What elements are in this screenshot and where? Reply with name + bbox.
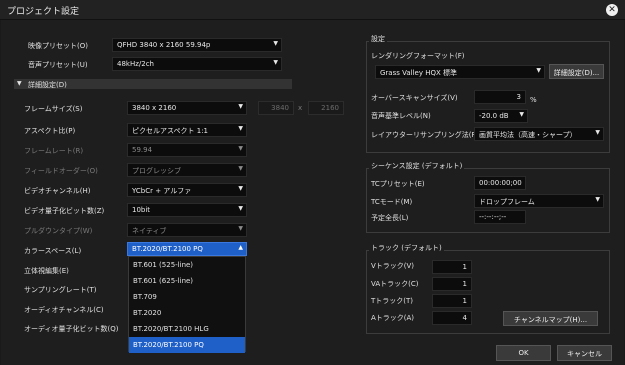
pulldown-dropdown[interactable]: ネイティブ ▼ (127, 223, 247, 237)
chevron-down-icon: ▼ (238, 165, 243, 172)
expand-triangle-icon: ▼ (17, 80, 22, 87)
video-preset-value: QFHD 3840 x 2160 59.94p (117, 41, 211, 49)
v-track-label: Vトラック(V) (371, 262, 415, 270)
color-space-option[interactable]: BT.601 (625-line) (129, 273, 245, 289)
resample-value: 画質平均法（高速・シャープ） (479, 131, 577, 139)
tc-preset-label: TCプリセット(E) (371, 180, 425, 188)
audio-preset-label: 音声プリセット(U) (28, 61, 88, 69)
chevron-down-icon: ▼ (519, 111, 524, 118)
resample-label: レイアウターリサンプリング法(R) (371, 131, 480, 139)
audio-ref-label: 音声基準レベル(N) (371, 112, 431, 120)
va-track-label: VAトラック(C) (371, 280, 419, 288)
color-space-label: カラースペース(L) (24, 247, 82, 255)
field-order-dropdown[interactable]: プログレッシブ ▼ (127, 163, 247, 177)
color-space-option-selected[interactable]: BT.2020/BT.2100 PQ (129, 337, 245, 353)
frame-size-label: フレームサイズ(S) (24, 105, 83, 113)
tc-mode-label: TCモード(M) (371, 198, 413, 206)
frame-width-input[interactable]: 3840 (258, 101, 294, 115)
color-space-option[interactable]: BT.709 (129, 289, 245, 305)
close-icon[interactable]: ✕ (606, 4, 618, 16)
window-title: プロジェクト設定 (7, 7, 80, 17)
channel-map-button[interactable]: チャンネルマップ(H)... (503, 311, 598, 326)
color-space-value: BT.2020/BT.2100 PQ (132, 245, 203, 253)
chevron-down-icon: ▼ (238, 145, 243, 152)
chevron-down-icon: ▼ (238, 205, 243, 212)
overscan-unit: % (530, 96, 537, 104)
a-track-input[interactable]: 4 (432, 311, 472, 325)
color-space-option[interactable]: BT.2020/BT.2100 HLG (129, 321, 245, 337)
frame-rate-label: フレームレート(R) (24, 147, 84, 155)
sampling-label: サンプリングレート(T) (24, 286, 97, 294)
va-track-input[interactable]: 1 (432, 277, 472, 291)
chevron-down-icon: ▼ (595, 196, 600, 203)
frame-size-x: x (298, 104, 303, 112)
settings-title: 設定 (369, 34, 387, 44)
color-space-dropdown[interactable]: BT.2020/BT.2100 PQ ▲ (127, 242, 247, 256)
duration-input[interactable]: --:--:--;-- (474, 210, 526, 224)
audio-preset-value: 48kHz/2ch (117, 60, 154, 68)
sequence-title: シーケンス設定 (デフォルト) (369, 161, 465, 171)
chevron-down-icon: ▼ (536, 67, 541, 74)
video-bit-value: 10bit (132, 206, 151, 214)
tracks-title: トラック (デフォルト) (369, 243, 444, 253)
frame-rate-value: 59.94 (132, 146, 153, 154)
audio-bit-label: オーディオ量子化ビット数(Q) (24, 325, 119, 333)
video-channel-dropdown[interactable]: YCbCr + アルファ ▼ (127, 183, 247, 197)
chevron-down-icon: ▼ (273, 40, 278, 47)
video-channel-label: ビデオチャンネル(H) (24, 187, 91, 195)
chevron-down-icon: ▼ (238, 185, 243, 192)
field-order-label: フィールドオーダー(O) (24, 167, 98, 175)
audio-ref-value: -20.0 dB (479, 112, 509, 120)
a-track-label: Aトラック(A) (371, 314, 415, 322)
title-bar: プロジェクト設定 ✕ (0, 0, 625, 20)
render-details-button[interactable]: 詳細設定(D)... (549, 64, 604, 79)
audio-preset-dropdown[interactable]: 48kHz/2ch ▼ (112, 57, 282, 71)
color-space-option[interactable]: BT.2020 (129, 305, 245, 321)
audio-channel-label: オーディオチャンネル(C) (24, 306, 104, 314)
chevron-down-icon: ▼ (273, 59, 278, 66)
v-track-input[interactable]: 1 (432, 260, 472, 274)
chevron-down-icon: ▼ (238, 125, 243, 132)
overscan-label: オーバースキャンサイズ(V) (371, 94, 458, 102)
aspect-value: ピクセルアスペクト 1:1 (132, 127, 209, 135)
frame-size-value: 3840 x 2160 (132, 104, 177, 112)
field-order-value: プログレッシブ (132, 167, 181, 175)
video-preset-label: 映像プリセット(O) (28, 42, 88, 50)
video-bit-label: ビデオ量子化ビット数(Z) (24, 207, 105, 215)
frame-size-dropdown[interactable]: 3840 x 2160 ▼ (127, 101, 247, 115)
render-format-label: レンダリングフォーマット(F) (371, 52, 465, 60)
frame-height-input[interactable]: 2160 (308, 101, 344, 115)
color-space-options-list: BT.601 (525-line) BT.601 (625-line) BT.7… (128, 256, 246, 353)
audio-ref-dropdown[interactable]: -20.0 dB ▼ (474, 109, 528, 123)
cancel-button[interactable]: キャンセル (557, 345, 612, 361)
overscan-input[interactable]: 3 (474, 90, 526, 104)
frame-rate-dropdown[interactable]: 59.94 ▼ (127, 143, 247, 157)
t-track-label: Tトラック(T) (371, 297, 414, 305)
ok-button[interactable]: OK (496, 345, 551, 361)
tc-mode-dropdown[interactable]: ドロップフレーム ▼ (474, 194, 604, 208)
chevron-down-icon: ▼ (595, 129, 600, 136)
details-section-toggle[interactable]: ▼ 詳細設定(D) (14, 79, 292, 89)
video-bit-dropdown[interactable]: 10bit ▼ (127, 203, 247, 217)
render-format-dropdown[interactable]: Grass Valley HQX 標準 ▼ (375, 65, 545, 79)
pulldown-label: プルダウンタイプ(W) (24, 227, 93, 235)
t-track-input[interactable]: 1 (432, 294, 472, 308)
details-toggle-label: 詳細設定(D) (28, 81, 67, 89)
resample-dropdown[interactable]: 画質平均法（高速・シャープ） ▼ (474, 127, 604, 141)
aspect-label: アスペクト比(P) (24, 127, 76, 135)
stereo-label: 立体視編集(E) (24, 267, 69, 275)
chevron-down-icon: ▼ (238, 103, 243, 110)
pulldown-value: ネイティブ (132, 227, 167, 235)
color-space-option[interactable]: BT.601 (525-line) (129, 257, 245, 273)
chevron-down-icon: ▼ (238, 225, 243, 232)
tc-mode-value: ドロップフレーム (479, 198, 535, 206)
video-preset-dropdown[interactable]: QFHD 3840 x 2160 59.94p ▼ (112, 38, 282, 52)
tc-preset-input[interactable]: 00:00:00;00 (474, 176, 526, 190)
video-channel-value: YCbCr + アルファ (132, 187, 192, 195)
aspect-dropdown[interactable]: ピクセルアスペクト 1:1 ▼ (127, 123, 247, 137)
chevron-up-icon: ▲ (238, 244, 243, 251)
render-format-value: Grass Valley HQX 標準 (380, 69, 458, 77)
duration-label: 予定全長(L) (371, 214, 409, 222)
